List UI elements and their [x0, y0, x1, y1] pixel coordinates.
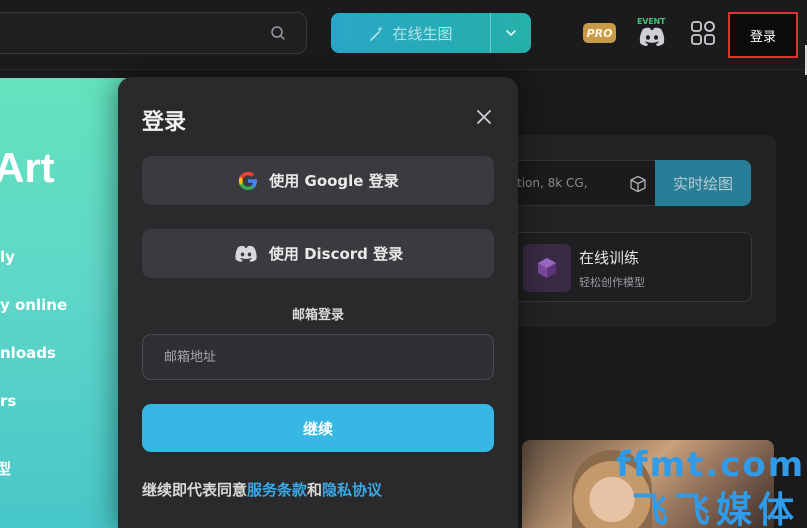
generate-main[interactable]: 在线生图 [331, 13, 490, 53]
hero-title: Art [0, 144, 55, 191]
terms-and: 和 [307, 481, 323, 499]
discord-icon [235, 245, 257, 262]
training-thumbnail [523, 244, 571, 292]
hero-line: ly [0, 248, 15, 266]
close-icon[interactable] [473, 106, 495, 128]
watermark: ffmt.com 飞飞媒体 [612, 445, 807, 528]
watermark-brand: 飞飞媒体 [632, 490, 801, 528]
hero-line: nloads [0, 344, 56, 362]
realtime-draw-button[interactable]: 实时绘图 [655, 160, 751, 206]
generate-image-button[interactable]: 在线生图 [331, 13, 531, 53]
header-login-button[interactable]: 登录 [728, 12, 798, 58]
magic-wand-icon [370, 26, 384, 41]
watermark-url: ffmt.com [616, 445, 806, 485]
google-login-button[interactable]: 使用 Google 登录 [142, 156, 494, 205]
privacy-policy-link[interactable]: 隐私协议 [322, 481, 382, 499]
discord-login-button[interactable]: 使用 Discord 登录 [142, 229, 494, 278]
search-input[interactable] [0, 12, 307, 54]
continue-button[interactable]: 继续 [142, 404, 494, 452]
hero-line: 型 [0, 460, 12, 478]
hero-line: rs [0, 392, 17, 410]
discord-icon [639, 27, 665, 46]
online-training-card[interactable]: 在线训练 轻松创作模型 [510, 232, 752, 302]
google-login-label: 使用 Google 登录 [269, 172, 399, 190]
training-subtitle: 轻松创作模型 [579, 276, 645, 289]
terms-notice: 继续即代表同意服务条款和隐私协议 [142, 479, 382, 500]
google-icon [239, 171, 258, 190]
hero-line: y online [0, 296, 68, 314]
page: 在线生图 PRO EVENT 登录 Art ly y online nloads… [0, 0, 807, 528]
header-login-label: 登录 [749, 29, 776, 45]
generate-label: 在线生图 [392, 24, 453, 43]
email-field[interactable] [142, 334, 494, 380]
modal-title: 登录 [142, 110, 187, 135]
pro-badge[interactable]: PRO [583, 23, 616, 43]
chevron-down-icon [506, 30, 516, 36]
discord-login-label: 使用 Discord 登录 [268, 245, 404, 263]
prompt-text: tion, 8k CG, [517, 176, 588, 190]
email-section-label: 邮箱登录 [291, 308, 344, 323]
terms-prefix: 继续即代表同意 [142, 481, 248, 499]
login-modal: 登录 使用 Google 登录 使用 Discord 登录 邮箱登录 继 [118, 77, 518, 528]
discord-event-button[interactable]: EVENT [635, 17, 669, 49]
training-title: 在线训练 [579, 249, 640, 267]
box-icon [538, 258, 556, 278]
cube-icon[interactable] [629, 175, 647, 193]
event-label: EVENT [637, 17, 666, 26]
terms-of-service-link[interactable]: 服务条款 [247, 481, 307, 499]
top-bar: 在线生图 PRO EVENT 登录 [0, 0, 807, 70]
apps-grid-icon[interactable] [690, 20, 716, 46]
generate-dropdown[interactable] [491, 13, 531, 53]
search-icon[interactable] [270, 25, 286, 41]
